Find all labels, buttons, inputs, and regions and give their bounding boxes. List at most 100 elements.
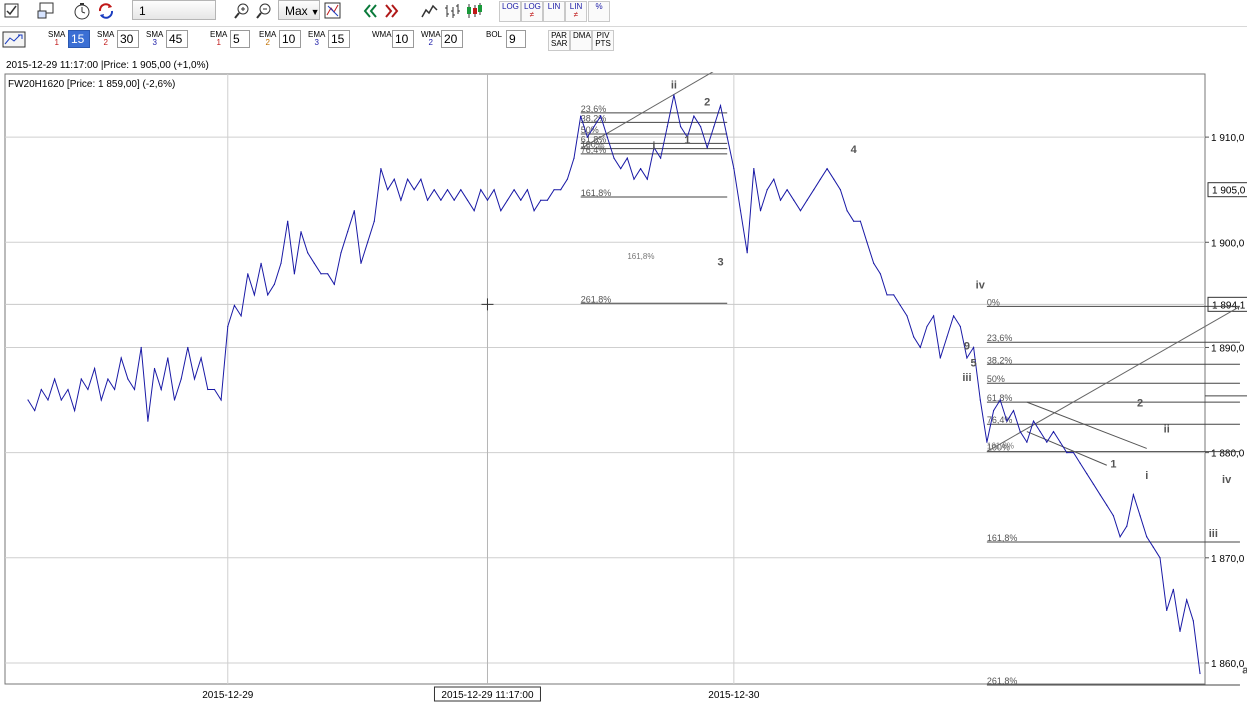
wave-label: iv [976, 280, 986, 292]
interval-dropdown[interactable]: 1 Minutowy▼ [132, 0, 216, 38]
price-point [959, 325, 961, 328]
price-point [1192, 620, 1194, 622]
extra-indicator-button-1[interactable]: DMA [570, 30, 592, 51]
price-point [893, 294, 895, 296]
scale-button-1[interactable]: LOG ≠ [521, 1, 543, 22]
window-icon[interactable] [36, 1, 56, 21]
extra-indicator-button-2[interactable]: PIV PTS [592, 30, 614, 51]
scale-button-0[interactable]: LOG [499, 1, 521, 22]
ohlc-chart-icon[interactable] [442, 1, 462, 21]
fib-lower-overlap-label: 161,8% [987, 441, 1014, 450]
indicator-period-input[interactable]: 5 [230, 30, 250, 48]
price-point [47, 399, 49, 401]
price-point [433, 189, 435, 191]
indicator-period-input[interactable]: 10 [392, 30, 414, 48]
indicator-period-input[interactable]: 10 [279, 30, 301, 48]
price-point [513, 189, 515, 191]
price-point [673, 94, 675, 96]
indicator-period-input[interactable]: 20 [441, 30, 463, 48]
indicator-sub: 2 [103, 38, 108, 47]
price-point [846, 210, 848, 212]
price-point [100, 399, 102, 401]
price-point [799, 210, 802, 212]
scale-button-4[interactable]: % [588, 1, 610, 22]
indicator-label-wma[interactable]: WMA [370, 30, 394, 40]
price-point [54, 378, 56, 380]
price-chart[interactable]: 1 910,0 1 900,0 1 890,0 1 880,0 1 870,0 1 860… [0, 72, 1247, 706]
indicator-label-bol[interactable]: BOL [484, 30, 504, 40]
price-point [839, 189, 842, 191]
indicator-label-sma[interactable]: SMA 3 [144, 30, 165, 48]
line-chart-icon[interactable] [420, 1, 440, 21]
extra-indicator-label: DMA [573, 31, 591, 40]
x-tick-label: 2015-12-29 [202, 690, 254, 701]
price-point [253, 294, 256, 296]
candle-chart-icon[interactable] [464, 1, 484, 21]
extra-indicator-button-0[interactable]: PAR SAR [548, 30, 570, 51]
y-tick-label: 1 860,0 [1211, 659, 1245, 670]
price-point [939, 357, 941, 359]
price-point [1066, 452, 1068, 454]
price-point [327, 273, 329, 275]
fib-lower-label: 261,8% [987, 676, 1018, 686]
wave-label: 3 [717, 256, 723, 268]
scale-button-2[interactable]: LIN [543, 1, 565, 22]
price-badge-label: 1 894,1 [1212, 300, 1246, 311]
indicator-label-ema[interactable]: EMA 2 [257, 30, 278, 48]
fit-icon[interactable] [323, 1, 343, 21]
price-point [933, 315, 935, 317]
zoom-in-icon[interactable] [232, 1, 252, 21]
indicator-label-wma[interactable]: WMA 2 [419, 30, 443, 48]
scale-button-3[interactable]: LIN ≠ [565, 1, 587, 22]
price-point [373, 220, 375, 222]
checkbox-icon[interactable] [2, 1, 22, 21]
price-point [1186, 599, 1188, 601]
price-point [633, 178, 635, 180]
fib-lower-label: 50% [987, 374, 1005, 384]
refresh-icon[interactable] [96, 1, 116, 21]
price-point [200, 357, 202, 359]
fib-upper-label: 100% [581, 140, 604, 150]
price-point [719, 104, 722, 107]
price-point [593, 125, 595, 128]
price-point [540, 199, 542, 201]
price-point [367, 241, 369, 243]
indicator-name: BOL [486, 30, 503, 39]
price-point [480, 189, 482, 191]
price-point [646, 178, 648, 180]
zoom-out-icon[interactable] [254, 1, 274, 21]
y-tick-label: 1 880,0 [1211, 449, 1245, 460]
scroll-right-icon[interactable] [382, 1, 402, 21]
price-point [60, 399, 62, 401]
indicator-period-input[interactable]: 15 [68, 30, 90, 48]
indicator-label-ema[interactable]: EMA 1 [208, 30, 229, 48]
wave-label: 1 [1110, 458, 1116, 470]
indicator-period-input[interactable]: 45 [166, 30, 188, 48]
scroll-left-icon[interactable] [360, 1, 380, 21]
timer-icon[interactable] [72, 1, 92, 21]
price-point [786, 189, 788, 191]
indicator-label-sma[interactable]: SMA 1 [46, 30, 67, 48]
wave-label: ii [1164, 424, 1170, 436]
price-point [287, 220, 289, 222]
range-value: Max [285, 4, 308, 18]
drawing-tool-icon[interactable] [2, 30, 26, 50]
price-point [1072, 452, 1075, 454]
price-point [353, 210, 355, 212]
indicator-period-input[interactable]: 30 [117, 30, 139, 48]
scale-button-label: LIN [547, 2, 561, 11]
price-point [866, 241, 868, 243]
indicator-period-input[interactable]: 9 [506, 30, 526, 48]
price-point [406, 178, 409, 180]
price-point [1132, 494, 1135, 496]
indicator-period-input[interactable]: 15 [328, 30, 350, 48]
indicator-label-sma[interactable]: SMA 2 [95, 30, 116, 48]
price-point [753, 168, 755, 170]
price-point [699, 125, 702, 128]
indicator-label-ema[interactable]: EMA 3 [306, 30, 327, 48]
indicator-toolbar: SMA 1 15 SMA 2 30 SMA 3 45 EMA 1 5 EMA 2 10 EMA 3 15 WMA 10… [0, 26, 1247, 53]
plot-area [4, 73, 1206, 685]
price-point [267, 294, 269, 296]
range-dropdown[interactable]: Max ▼ [278, 0, 320, 20]
price-point [207, 388, 209, 391]
